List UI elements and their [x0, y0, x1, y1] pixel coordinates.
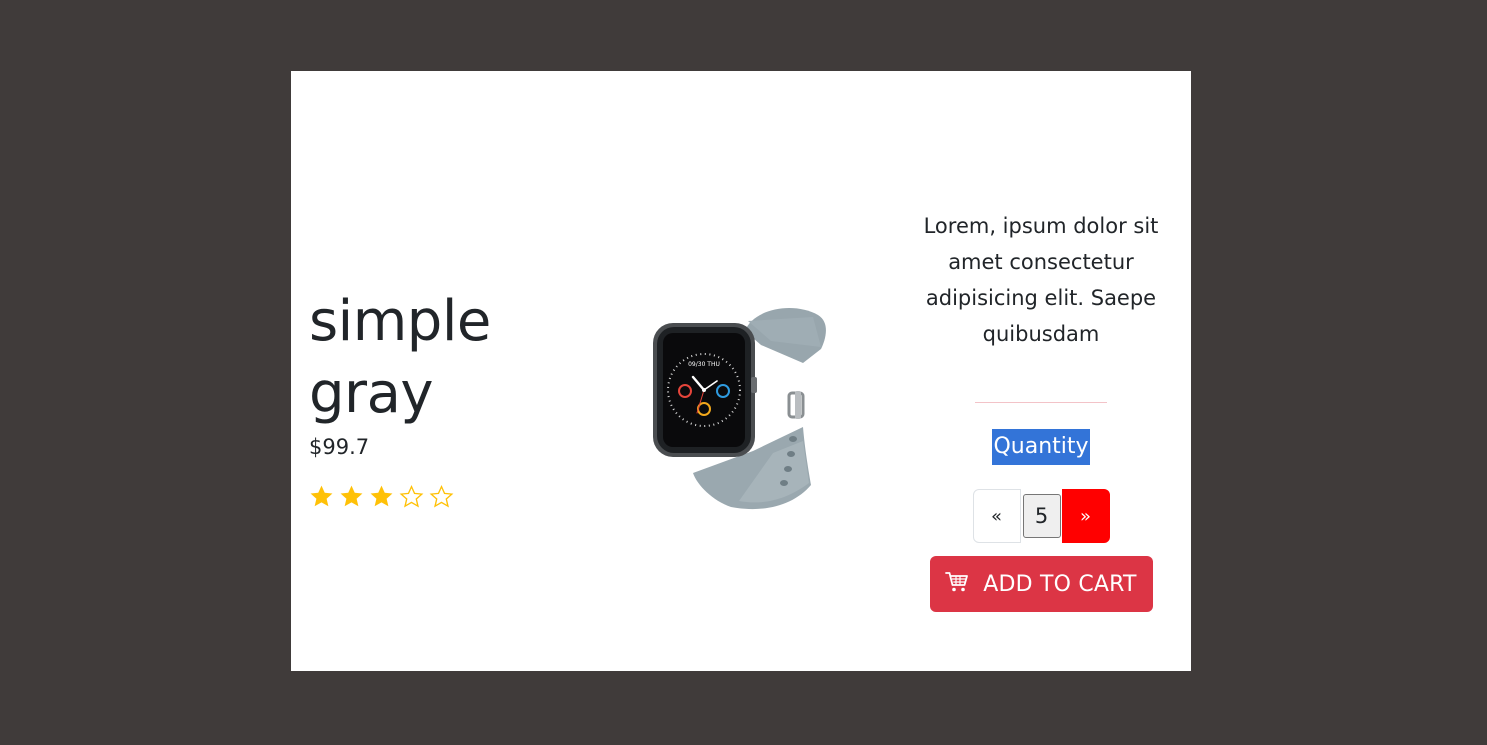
- smartwatch-image: 09/30 THU: [653, 301, 838, 520]
- product-description: Lorem, ipsum dolor sit amet consectetur …: [923, 214, 1159, 346]
- divider: [975, 402, 1107, 403]
- star-filled-icon: [309, 484, 334, 509]
- add-to-cart-button[interactable]: ADD TO CART: [929, 556, 1153, 612]
- quantity-label: Quantity: [992, 429, 1090, 465]
- star-empty-icon: [399, 484, 424, 509]
- svg-text:09/30 THU: 09/30 THU: [688, 361, 720, 368]
- product-title: simple gray: [309, 289, 491, 426]
- cart-icon: [945, 571, 969, 597]
- add-to-cart-label: ADD TO CART: [983, 571, 1137, 597]
- star-filled-icon: [369, 484, 394, 509]
- star-rating: [309, 484, 569, 509]
- product-actions: Lorem, ipsum dolor sit amet consectetur …: [911, 208, 1171, 612]
- product-info: simple gray $99.7: [309, 286, 569, 509]
- product-card: simple gray $99.7 09/30 THU Lorem, ipsum…: [291, 71, 1191, 671]
- quantity-stepper: « 5 »: [911, 489, 1171, 543]
- quantity-value[interactable]: 5: [1022, 494, 1061, 538]
- quantity-decrement-button[interactable]: «: [972, 489, 1021, 543]
- star-empty-icon: [429, 484, 454, 509]
- star-filled-icon: [339, 484, 364, 509]
- product-price: $99.7: [309, 435, 370, 459]
- quantity-increment-button[interactable]: »: [1061, 489, 1110, 543]
